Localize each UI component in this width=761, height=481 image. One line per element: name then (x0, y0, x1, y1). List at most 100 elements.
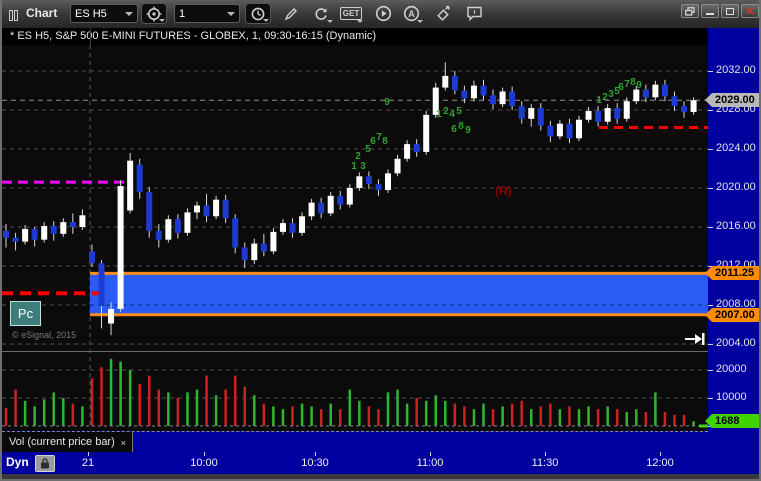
go-to-latest-icon[interactable] (685, 333, 705, 345)
candle-body[interactable] (318, 202, 325, 214)
volume-bar[interactable] (148, 375, 151, 426)
volume-bar[interactable] (625, 412, 629, 426)
candle-body[interactable] (566, 123, 573, 139)
candle-body[interactable] (470, 85, 477, 99)
close-button[interactable]: ✕ (741, 4, 759, 18)
volume-bar[interactable] (253, 395, 256, 426)
volume-bar[interactable] (644, 412, 648, 426)
volume-bar[interactable] (214, 395, 218, 426)
candle-body[interactable] (3, 230, 9, 238)
candle-body[interactable] (31, 228, 38, 240)
candle-body[interactable] (260, 243, 267, 252)
play-button[interactable] (370, 3, 396, 24)
volume-bar[interactable] (14, 389, 17, 426)
window-grip-icon[interactable] (9, 8, 22, 21)
volume-bar[interactable] (81, 406, 84, 426)
volume-bar[interactable] (310, 406, 313, 426)
candle-body[interactable] (117, 186, 124, 309)
volume-bar[interactable] (205, 375, 208, 426)
auto-button[interactable]: A (398, 3, 424, 24)
volume-bar[interactable] (539, 406, 543, 426)
volume-bar[interactable] (606, 406, 609, 426)
candle-body[interactable] (509, 91, 516, 107)
volume-bar[interactable] (635, 409, 638, 426)
lock-button[interactable] (35, 455, 55, 472)
candle-body[interactable] (528, 108, 535, 119)
candle-body[interactable] (337, 195, 344, 205)
candle-body[interactable] (547, 125, 554, 137)
volume-bar[interactable] (386, 392, 390, 426)
candle-body[interactable] (356, 176, 363, 188)
volume-bar[interactable] (109, 358, 113, 426)
volume-bar[interactable] (472, 409, 476, 426)
candle-body[interactable] (614, 108, 621, 119)
volume-bar[interactable] (396, 389, 399, 426)
candle-body[interactable] (79, 215, 86, 227)
candle-body[interactable] (681, 106, 688, 112)
candle-body[interactable] (461, 90, 468, 99)
candle-body[interactable] (442, 75, 449, 88)
candle-body[interactable] (241, 247, 248, 261)
candle-body[interactable] (146, 191, 153, 231)
candle-body[interactable] (623, 101, 630, 119)
candle-body[interactable] (365, 176, 372, 185)
candle-body[interactable] (232, 218, 239, 248)
candle-body[interactable] (423, 114, 430, 152)
candle-body[interactable] (50, 226, 57, 234)
volume-bar[interactable] (482, 403, 485, 426)
candle-body[interactable] (12, 237, 19, 242)
volume-bar[interactable] (673, 414, 676, 426)
candle-body[interactable] (537, 108, 544, 126)
candle-body[interactable] (279, 223, 286, 232)
volume-bar[interactable] (434, 395, 438, 426)
candle-body[interactable] (595, 110, 602, 122)
comment-button[interactable] (462, 3, 488, 24)
volume-bar[interactable] (596, 409, 600, 426)
volume-bar[interactable] (33, 406, 36, 426)
volume-bar[interactable] (453, 403, 457, 426)
candle-body[interactable] (556, 123, 563, 137)
candle-body[interactable] (585, 110, 592, 120)
volume-bar[interactable] (587, 406, 590, 426)
candle-body[interactable] (174, 219, 181, 233)
volume-bar[interactable] (405, 403, 409, 426)
candle-body[interactable] (22, 228, 29, 242)
volume-bar[interactable] (195, 389, 199, 426)
candle-body[interactable] (194, 205, 200, 213)
time-axis[interactable]: Dyn 21 10:00 10:30 11:00 11:30 12:00 (2, 452, 708, 474)
candle-body[interactable] (633, 89, 640, 102)
volume-bar[interactable] (138, 384, 141, 426)
volume-bar[interactable] (329, 403, 332, 426)
candle-body[interactable] (327, 195, 334, 214)
volume-bar[interactable] (100, 367, 103, 426)
candle-body[interactable] (213, 199, 220, 217)
pane-divider[interactable] (2, 351, 708, 352)
candle-body[interactable] (270, 231, 277, 252)
volume-bar[interactable] (520, 400, 523, 426)
candle-body[interactable] (60, 222, 67, 234)
volume-bar[interactable] (176, 398, 180, 426)
volume-bar[interactable] (663, 412, 667, 426)
volume-bar[interactable] (415, 398, 418, 426)
candle-body[interactable] (661, 84, 668, 97)
volume-bar[interactable] (186, 392, 189, 426)
volume-bar[interactable] (377, 409, 380, 426)
volume-bar[interactable] (339, 409, 342, 426)
candle-body[interactable] (518, 106, 525, 119)
symbol-dropdown[interactable]: ES H5 (70, 4, 138, 23)
candle-body[interactable] (69, 222, 76, 227)
candle-body[interactable] (222, 199, 229, 219)
volume-bar[interactable] (52, 392, 56, 426)
volume-bar[interactable] (577, 409, 581, 426)
tab-volume[interactable]: Vol (current price bar) × (2, 432, 133, 453)
price-zone[interactable] (90, 273, 708, 315)
volume-bar[interactable] (692, 421, 695, 426)
candle-body[interactable] (490, 95, 497, 105)
volume-bar[interactable] (262, 403, 266, 426)
volume-bar[interactable] (62, 398, 65, 426)
volume-bar[interactable] (128, 370, 132, 426)
volume-bar[interactable] (157, 389, 161, 426)
minimize-button[interactable] (701, 4, 719, 18)
volume-bar[interactable] (558, 409, 562, 426)
candle-body[interactable] (251, 243, 258, 261)
